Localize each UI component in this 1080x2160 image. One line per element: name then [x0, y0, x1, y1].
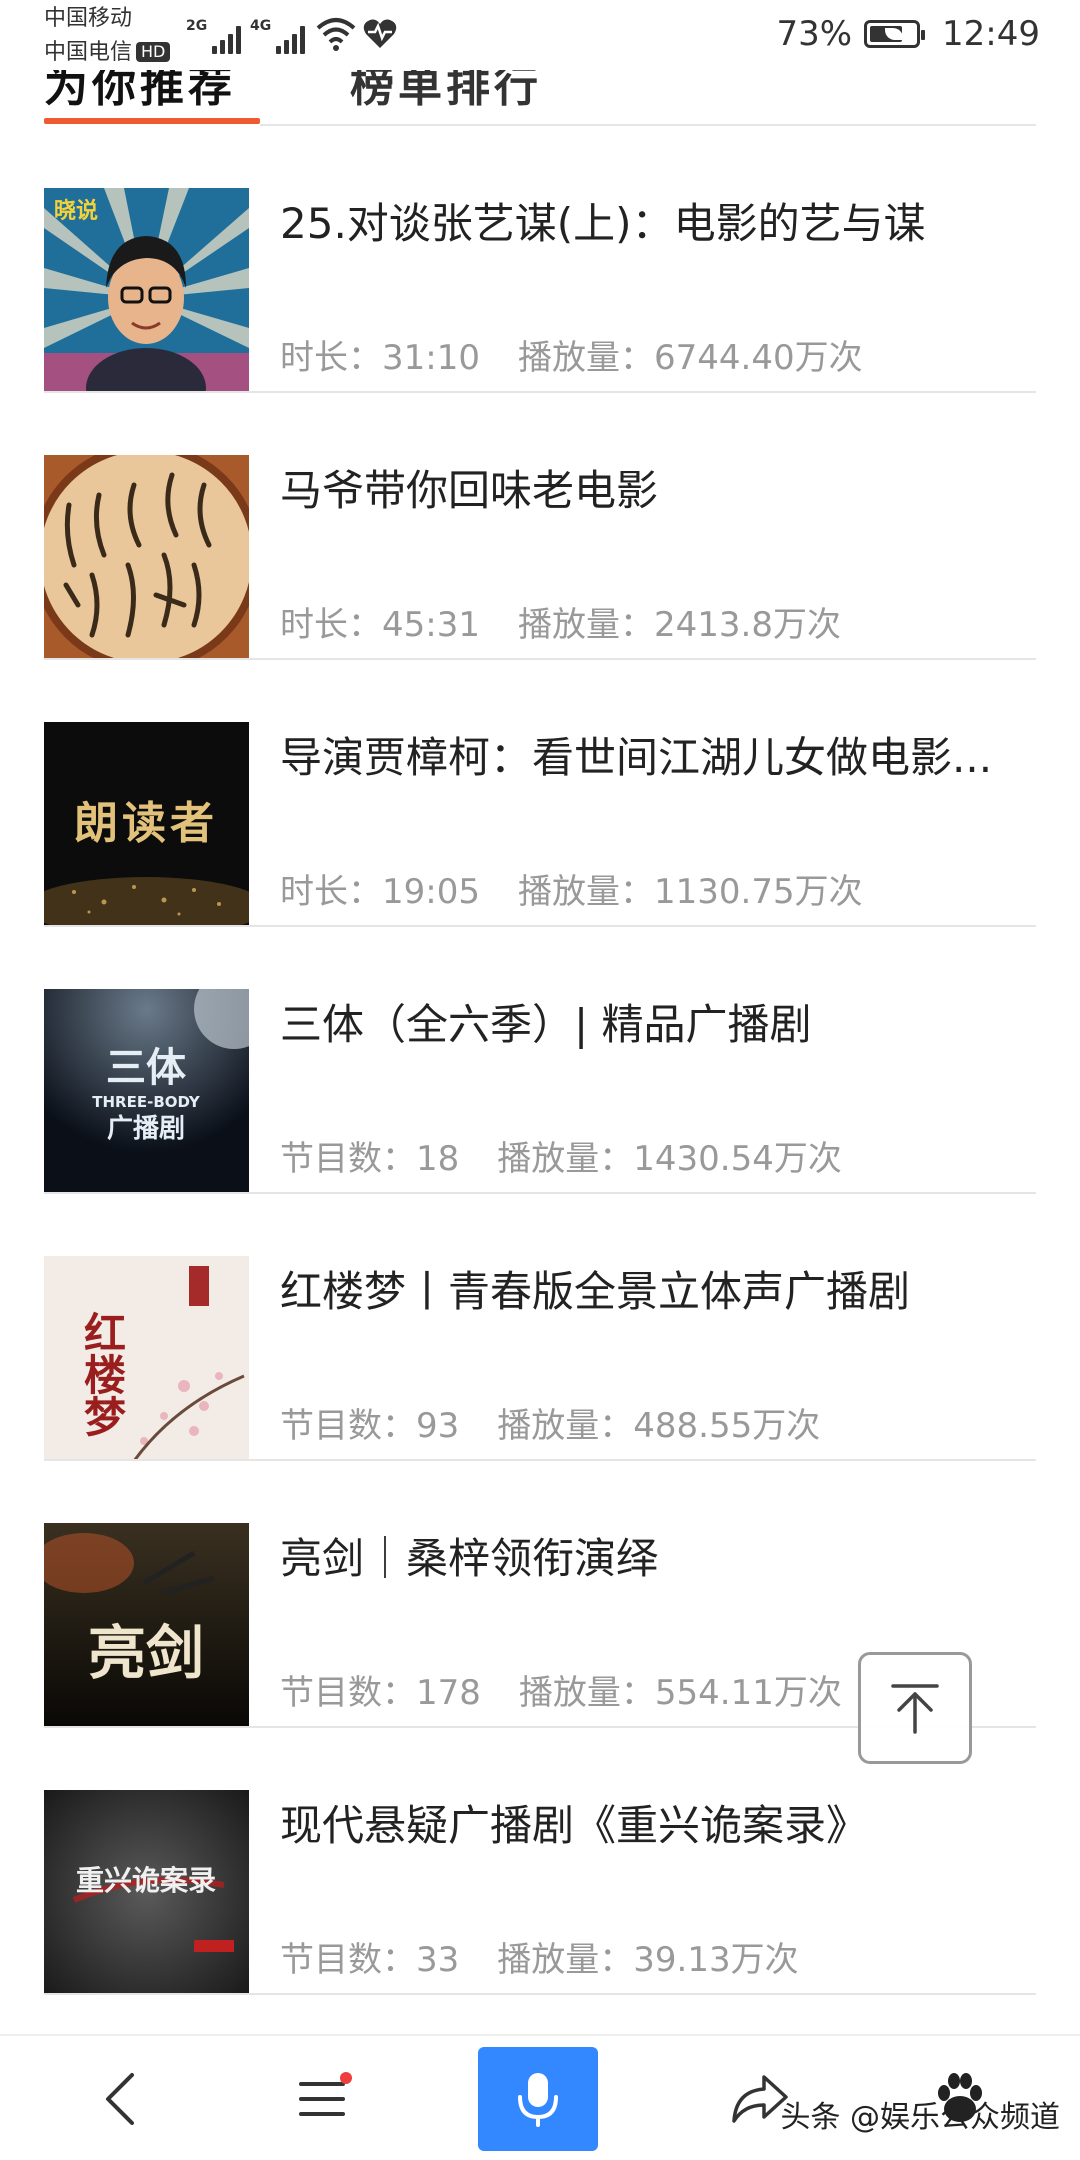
battery-icon	[864, 20, 926, 48]
carrier-1: 中国移动	[44, 6, 133, 31]
dark-gold-cover-icon: 朗读者	[44, 722, 249, 927]
carrier-2: 中国电信	[44, 40, 133, 65]
signal-2-icon: 4G	[250, 18, 306, 54]
back-button[interactable]	[80, 2036, 160, 2160]
list-item[interactable]: 马爷带你回味老电影 时长：45:31 播放量：2413.8万次	[0, 393, 1080, 660]
voice-search-button[interactable]	[478, 2047, 598, 2151]
status-bar: 中国移动 中国电信 HD 2G 4G 73% 12:49	[0, 0, 1080, 70]
item-meta: 时长：31:10 播放量：6744.40万次	[280, 338, 863, 378]
portrait-cover-icon: 晓说	[44, 188, 249, 393]
item-meta: 时长：19:05 播放量：1130.75万次	[280, 872, 863, 912]
hd-badge: HD	[136, 42, 171, 62]
thumb-subtitle-2: 广播剧	[107, 1114, 185, 1144]
list-item[interactable]: 三体 THREE-BODY 广播剧 三体（全六季）| 精品广播剧 节目数：18 播…	[0, 927, 1080, 1194]
item-title[interactable]: 三体（全六季）| 精品广播剧	[280, 997, 1040, 1053]
arrow-up-icon	[891, 1684, 939, 1734]
health-heart-icon	[363, 19, 397, 48]
status-right: 73% 12:49	[776, 14, 1040, 54]
war-cover-icon: 亮剑	[44, 1523, 249, 1728]
list-item[interactable]: 晓说 25.对谈张艺谋(上)：电影的艺与谋 时长：31:10 播放量：6744.4…	[0, 126, 1080, 393]
item-title[interactable]: 25.对谈张艺谋(上)：电影的艺与谋	[280, 196, 1040, 252]
thumb-title: 红楼梦	[78, 1311, 127, 1437]
mystery-cover-icon: 重兴诡案录	[44, 1790, 249, 1995]
item-meta: 节目数：93 播放量：488.55万次	[280, 1406, 821, 1446]
item-title[interactable]: 马爷带你回味老电影	[280, 463, 1040, 519]
list-item[interactable]: 红楼梦 红楼梦丨青春版全景立体声广播剧 节目数：93 播放量：488.55万次	[0, 1194, 1080, 1461]
signal-2-label: 4G	[250, 18, 272, 34]
list-item[interactable]: 朗读者 导演贾樟柯：看世间江湖儿女做电影... 时长：19:05 播放量：1130…	[0, 660, 1080, 927]
chevron-left-icon	[106, 2073, 134, 2125]
thumb-title: 晓说	[54, 198, 98, 224]
thumb-title: 朗读者	[74, 798, 218, 849]
list-item[interactable]: 重兴诡案录 现代悬疑广播剧《重兴诡案录》 节目数：33 播放量：39.13万次	[0, 1728, 1080, 1995]
thumb-title: 亮剑	[88, 1619, 204, 1687]
item-meta: 节目数：33 播放量：39.13万次	[280, 1940, 799, 1980]
thumb-title: 三体	[106, 1045, 186, 1091]
blossom-cover-icon: 红楼梦	[44, 1256, 249, 1461]
signal-1-label: 2G	[186, 18, 208, 34]
item-meta: 时长：45:31 播放量：2413.8万次	[280, 605, 841, 645]
battery-percent: 73%	[776, 14, 853, 54]
menu-button[interactable]	[280, 2036, 370, 2160]
thumb-title: 重兴诡案录	[76, 1864, 216, 1897]
active-tab-indicator	[44, 118, 260, 124]
calligraphy-cover-icon	[44, 455, 249, 660]
microphone-icon	[518, 2073, 558, 2127]
item-title[interactable]: 现代悬疑广播剧《重兴诡案录》	[280, 1798, 1040, 1854]
space-cover-icon: 三体 THREE-BODY 广播剧	[44, 989, 249, 1194]
watermark: 头条 @娱乐公众频道	[780, 2100, 1060, 2135]
item-title[interactable]: 导演贾樟柯：看世间江湖儿女做电影...	[280, 730, 1040, 786]
back-to-top-button[interactable]	[858, 1652, 972, 1764]
signal-1-icon: 2G	[186, 18, 242, 54]
item-meta: 节目数：18 播放量：1430.54万次	[280, 1139, 842, 1179]
wifi-icon	[316, 18, 356, 51]
notification-dot	[340, 2072, 352, 2084]
item-title[interactable]: 红楼梦丨青春版全景立体声广播剧	[280, 1264, 1040, 1320]
clock: 12:49	[942, 14, 1040, 54]
item-title[interactable]: 亮剑｜桑梓领衔演绎	[280, 1531, 1040, 1587]
item-meta: 节目数：178 播放量：554.11万次	[280, 1673, 842, 1713]
carrier-2-row: 中国电信 HD	[44, 40, 171, 66]
thumb-subtitle: THREE-BODY	[92, 1093, 201, 1111]
